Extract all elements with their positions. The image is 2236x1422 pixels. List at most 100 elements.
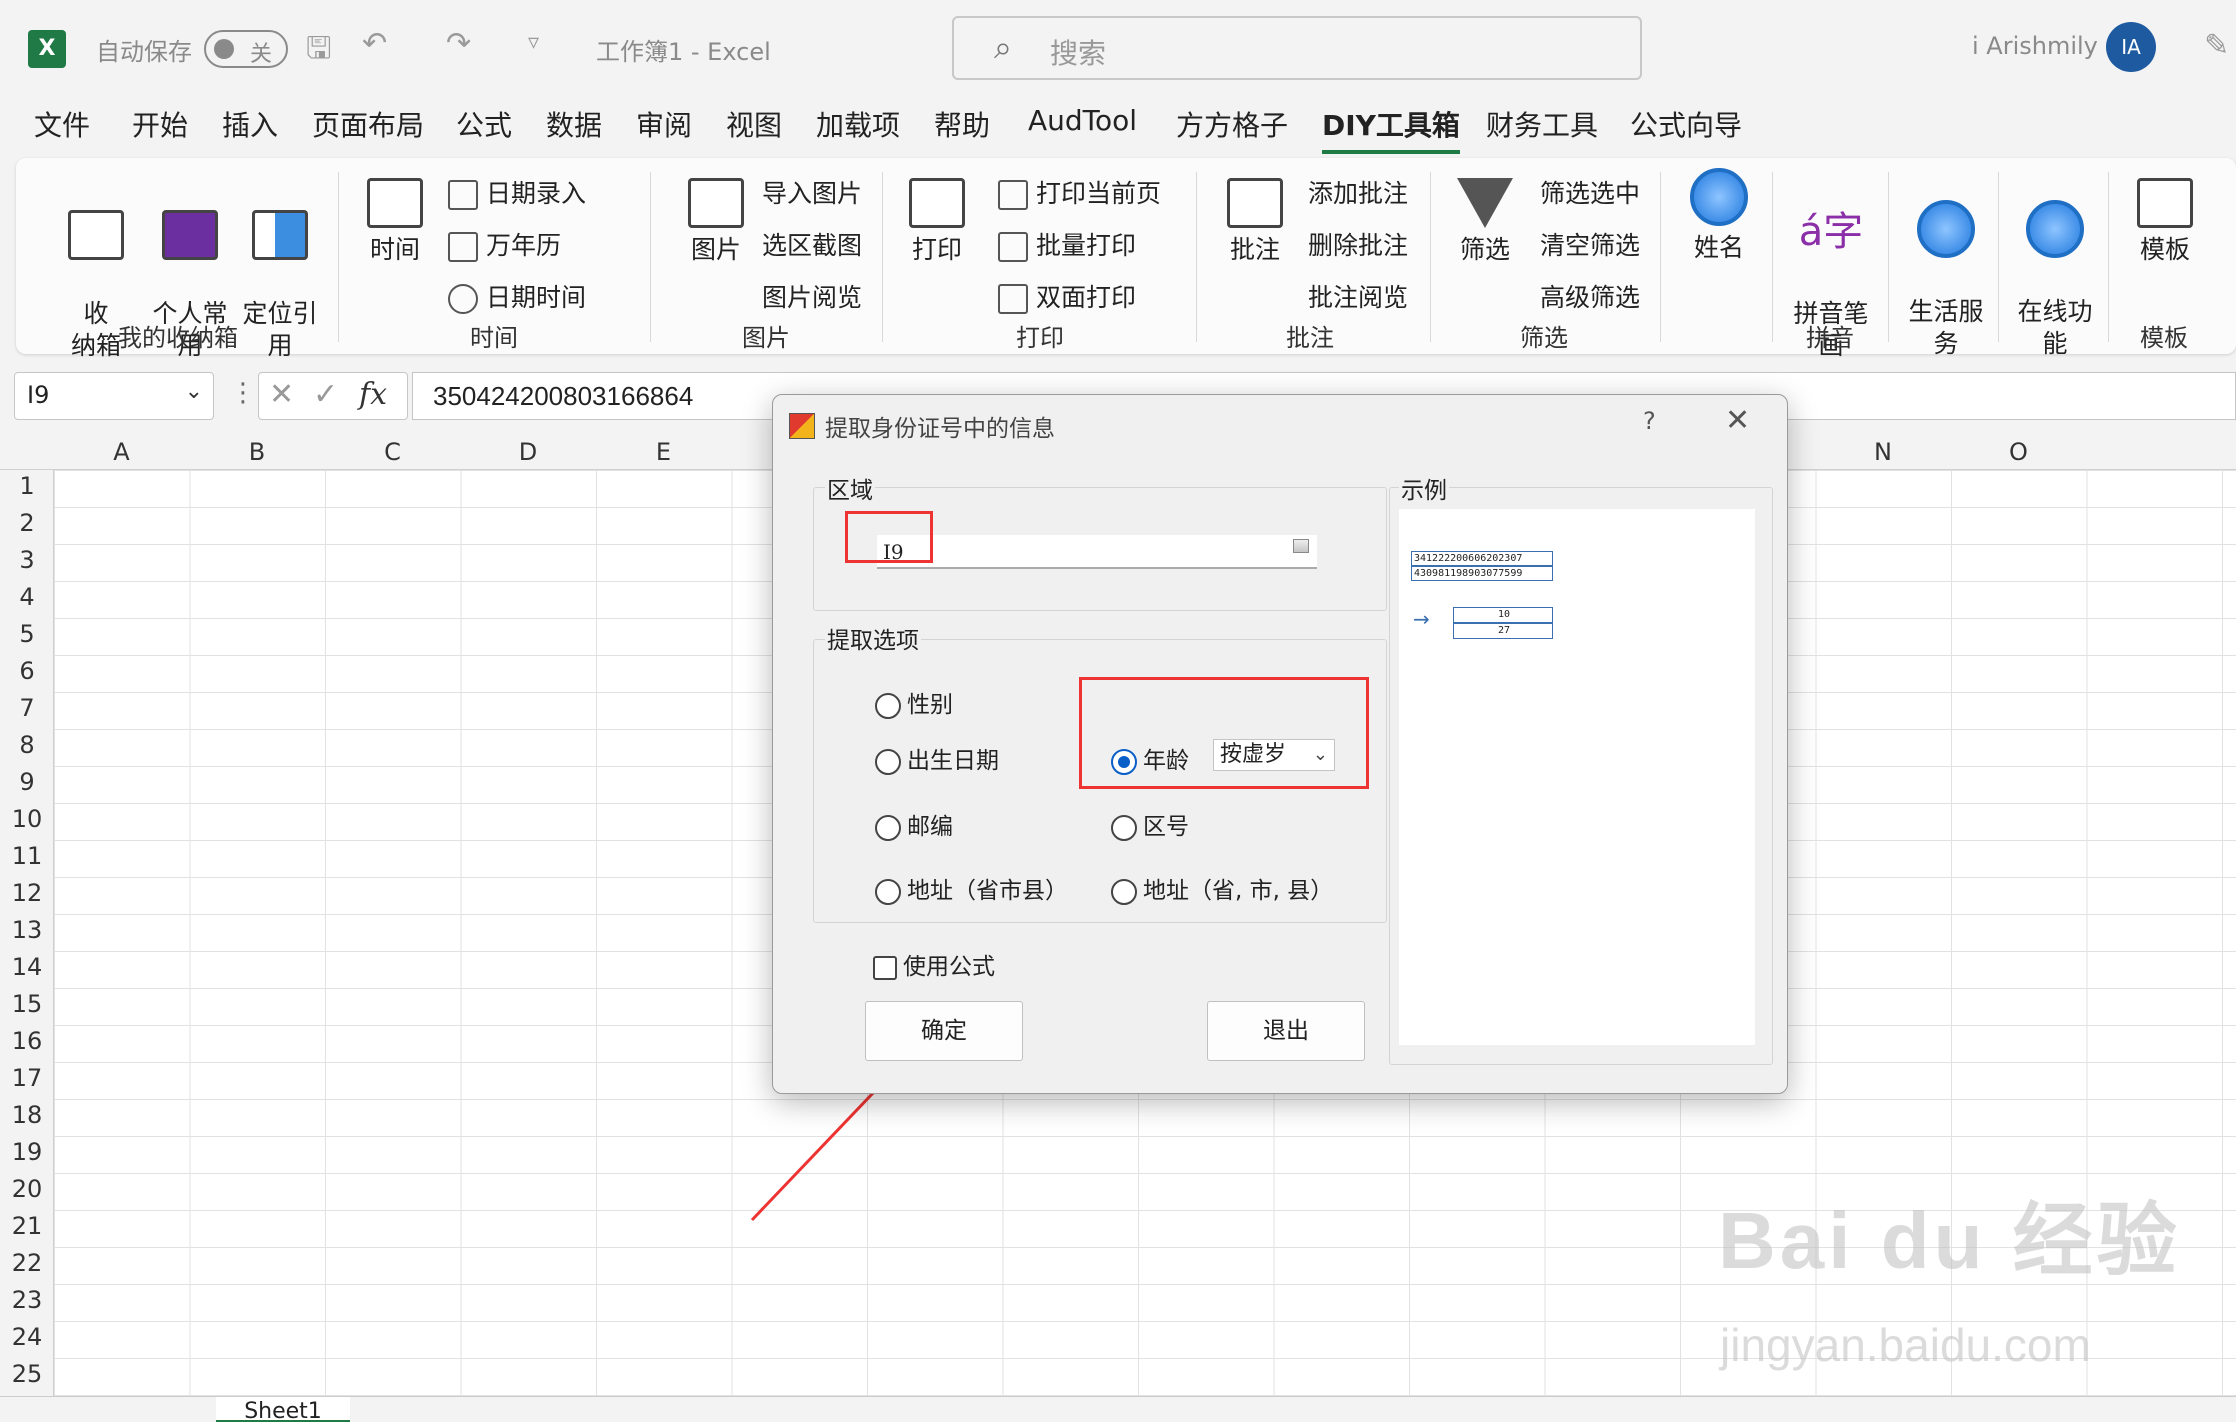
row-header[interactable]: 7 bbox=[0, 694, 54, 722]
duplex-print-button[interactable]: 双面打印 bbox=[998, 278, 1136, 314]
range-screenshot-button[interactable]: 选区截图 bbox=[762, 226, 862, 262]
add-comment-button[interactable]: 添加批注 bbox=[1308, 174, 1408, 210]
pen-icon[interactable]: ✎ bbox=[2204, 28, 2229, 63]
radio-area-code[interactable]: 区号 bbox=[1111, 807, 1189, 841]
name-button[interactable]: 姓名 bbox=[1682, 168, 1756, 264]
filter-selected-button[interactable]: 筛选选中 bbox=[1540, 174, 1640, 210]
close-icon[interactable]: ✕ bbox=[1725, 403, 1750, 438]
tab-formulas[interactable]: 公式 bbox=[456, 104, 512, 144]
cancel-icon[interactable]: ✕ bbox=[269, 377, 294, 412]
tab-home[interactable]: 开始 bbox=[132, 104, 188, 144]
customize-qat-icon[interactable]: ▿ bbox=[528, 30, 539, 55]
tab-diy-toolbox[interactable]: DIY工具箱 bbox=[1322, 104, 1460, 154]
row-header[interactable]: 25 bbox=[0, 1360, 54, 1388]
row-header[interactable]: 23 bbox=[0, 1286, 54, 1314]
ok-button[interactable]: 确定 bbox=[865, 1001, 1023, 1061]
range-input[interactable]: I9 bbox=[877, 535, 1317, 569]
name-box[interactable]: I9 ⌄ bbox=[14, 372, 214, 420]
avatar[interactable]: IA bbox=[2106, 22, 2156, 72]
tab-review[interactable]: 审阅 bbox=[636, 104, 692, 144]
import-picture-button[interactable]: 导入图片 bbox=[762, 174, 862, 210]
radio-zip[interactable]: 邮编 bbox=[875, 807, 953, 841]
column-header[interactable]: O bbox=[1951, 438, 2086, 466]
row-header[interactable]: 14 bbox=[0, 953, 54, 981]
view-comment-button[interactable]: 批注阅览 bbox=[1308, 278, 1408, 314]
picture-button[interactable]: 图片 bbox=[676, 178, 756, 266]
comment-button[interactable]: 批注 bbox=[1222, 178, 1288, 266]
use-formula-checkbox[interactable]: 使用公式 bbox=[873, 947, 995, 981]
tab-help[interactable]: 帮助 bbox=[934, 104, 990, 144]
exit-button[interactable]: 退出 bbox=[1207, 1001, 1365, 1061]
row-header[interactable]: 17 bbox=[0, 1064, 54, 1092]
advanced-filter-button[interactable]: 高级筛选 bbox=[1540, 278, 1640, 314]
radio-gender[interactable]: 性别 bbox=[875, 685, 953, 719]
sheet-tab[interactable]: Sheet1 bbox=[216, 1397, 350, 1422]
delete-comment-button[interactable]: 删除批注 bbox=[1308, 226, 1408, 262]
print-current-page-button[interactable]: 打印当前页 bbox=[998, 174, 1161, 210]
row-header[interactable]: 16 bbox=[0, 1027, 54, 1055]
tab-insert[interactable]: 插入 bbox=[222, 104, 278, 144]
row-header[interactable]: 6 bbox=[0, 657, 54, 685]
tab-finance[interactable]: 财务工具 bbox=[1486, 104, 1598, 144]
tab-data[interactable]: 数据 bbox=[546, 104, 602, 144]
locate-reference-button[interactable]: 定位引 用 bbox=[238, 178, 322, 362]
redo-icon[interactable]: ↷ bbox=[446, 26, 471, 61]
row-header[interactable]: 2 bbox=[0, 509, 54, 537]
tab-fangfang[interactable]: 方方格子 bbox=[1176, 104, 1288, 144]
life-service-button[interactable]: 生活服 务 bbox=[1900, 168, 1992, 360]
radio-address-separated[interactable]: 地址（省, 市, 县） bbox=[1111, 871, 1333, 905]
save-icon[interactable]: 🖫 bbox=[306, 26, 332, 77]
batch-print-button[interactable]: 批量打印 bbox=[998, 226, 1136, 262]
tab-audtool[interactable]: AudTool bbox=[1028, 104, 1137, 137]
row-header[interactable]: 4 bbox=[0, 583, 54, 611]
date-time-button[interactable]: 日期时间 bbox=[448, 278, 586, 314]
range-select-icon[interactable] bbox=[1293, 539, 1309, 553]
radio-birth-date[interactable]: 出生日期 bbox=[875, 741, 999, 775]
undo-icon[interactable]: ↶ bbox=[362, 26, 387, 61]
tab-view[interactable]: 视图 bbox=[726, 104, 782, 144]
row-header[interactable]: 11 bbox=[0, 842, 54, 870]
fx-icon[interactable]: fx bbox=[359, 377, 387, 412]
row-header[interactable]: 10 bbox=[0, 805, 54, 833]
template-button[interactable]: 模板 bbox=[2128, 178, 2202, 266]
perpetual-calendar-button[interactable]: 万年历 bbox=[448, 226, 561, 262]
row-header[interactable]: 1 bbox=[0, 472, 54, 500]
clear-filter-button[interactable]: 清空筛选 bbox=[1540, 226, 1640, 262]
row-header[interactable]: 9 bbox=[0, 768, 54, 796]
chevron-down-icon[interactable]: ⌄ bbox=[185, 379, 203, 404]
picture-viewer-button[interactable]: 图片阅览 bbox=[762, 278, 862, 314]
column-header[interactable]: C bbox=[325, 438, 460, 466]
row-header[interactable]: 20 bbox=[0, 1175, 54, 1203]
more-options-icon[interactable]: ⋮ bbox=[230, 378, 256, 408]
online-function-button[interactable]: 在线功 能 bbox=[2010, 168, 2100, 360]
tab-addins[interactable]: 加载项 bbox=[816, 104, 900, 144]
row-header[interactable]: 8 bbox=[0, 731, 54, 759]
row-header[interactable]: 12 bbox=[0, 879, 54, 907]
date-entry-button[interactable]: 日期录入 bbox=[448, 174, 586, 210]
column-header[interactable]: B bbox=[190, 438, 325, 466]
column-header[interactable]: N bbox=[1816, 438, 1951, 466]
tab-file[interactable]: 文件 bbox=[34, 104, 90, 144]
column-header[interactable]: D bbox=[461, 438, 596, 466]
autosave-toggle[interactable]: 关 bbox=[204, 30, 288, 68]
row-header[interactable]: 18 bbox=[0, 1101, 54, 1129]
tab-page-layout[interactable]: 页面布局 bbox=[312, 104, 424, 144]
radio-address-compact[interactable]: 地址（省市县） bbox=[875, 871, 1068, 905]
column-header[interactable]: E bbox=[596, 438, 731, 466]
row-header[interactable]: 15 bbox=[0, 990, 54, 1018]
filter-button[interactable]: 筛选 bbox=[1452, 178, 1518, 266]
row-header[interactable]: 13 bbox=[0, 916, 54, 944]
row-header[interactable]: 21 bbox=[0, 1212, 54, 1240]
column-header[interactable]: A bbox=[54, 438, 189, 466]
tab-formula-wizard[interactable]: 公式向导 bbox=[1630, 104, 1742, 144]
check-icon[interactable]: ✓ bbox=[313, 377, 338, 412]
time-button[interactable]: 时间 bbox=[358, 178, 432, 266]
search-box[interactable]: ⌕ 搜索 bbox=[952, 16, 1642, 80]
row-header[interactable]: 5 bbox=[0, 620, 54, 648]
print-button[interactable]: 打印 bbox=[904, 178, 970, 266]
row-header[interactable]: 24 bbox=[0, 1323, 54, 1351]
row-header[interactable]: 22 bbox=[0, 1249, 54, 1277]
help-icon[interactable]: ? bbox=[1643, 407, 1656, 435]
row-header[interactable]: 19 bbox=[0, 1138, 54, 1166]
row-header[interactable]: 3 bbox=[0, 546, 54, 574]
